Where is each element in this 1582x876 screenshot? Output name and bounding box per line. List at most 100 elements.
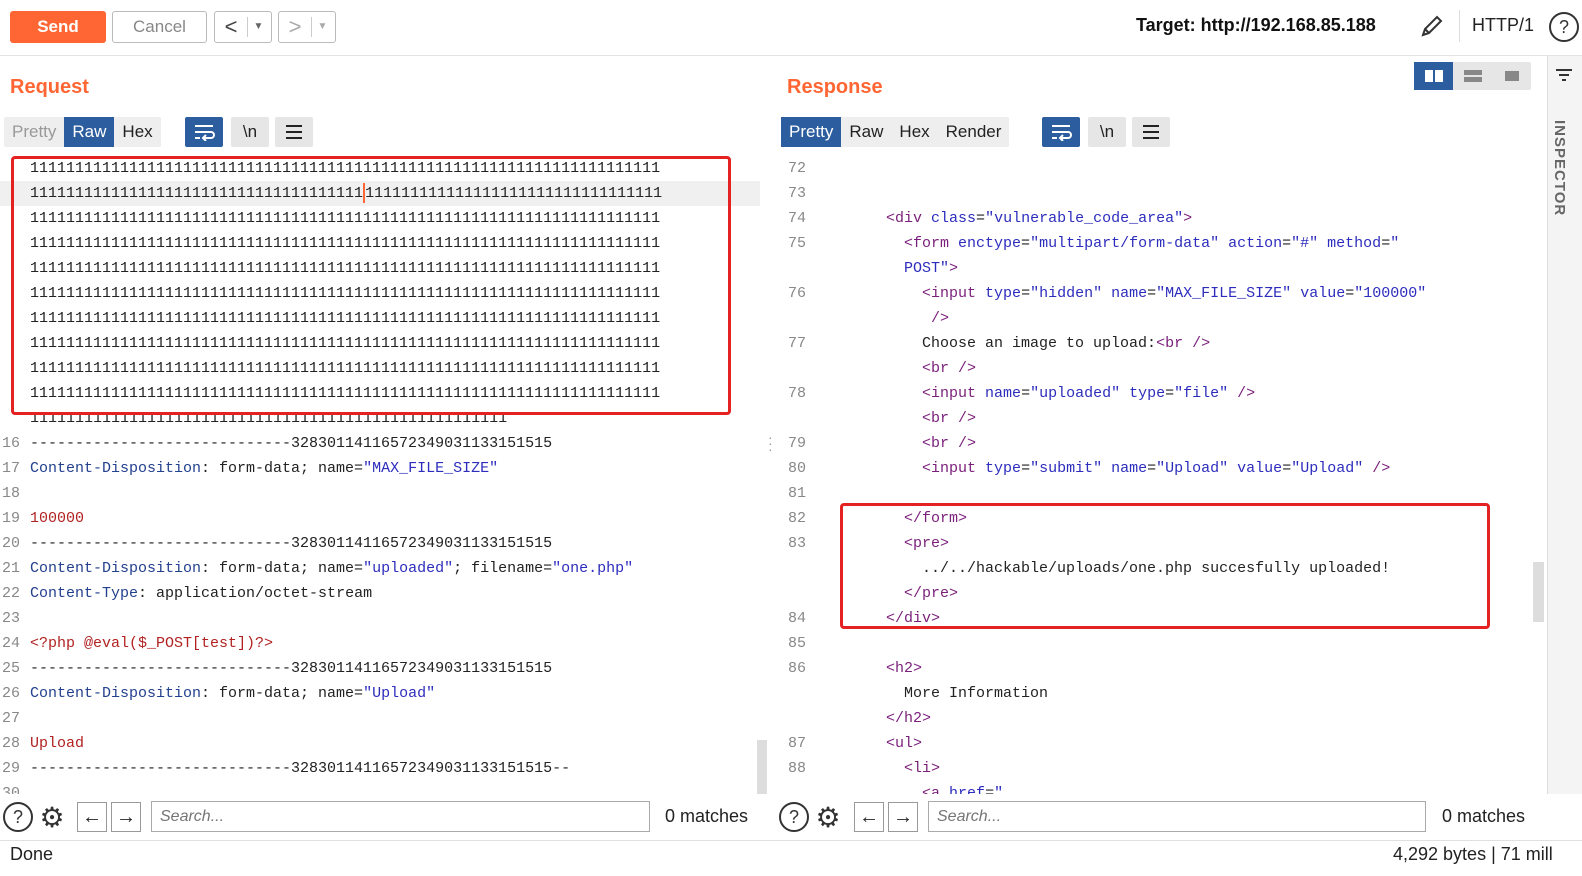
code-line: 83 <pre>: [780, 531, 949, 556]
attribute-value: "MAX_FILE_SIZE": [1156, 285, 1292, 302]
edit-target-pencil-icon[interactable]: [1418, 12, 1446, 40]
code-line: 28 Upload: [0, 731, 760, 756]
request-search-input[interactable]: [151, 801, 650, 832]
line-number: 23: [2, 610, 21, 627]
line-number: 26: [2, 685, 21, 702]
code-text: =: [1147, 285, 1157, 302]
response-search-prev-icon[interactable]: ←: [854, 802, 884, 832]
html-attribute: href: [949, 785, 986, 794]
response-tab-hex[interactable]: Hex: [891, 117, 937, 147]
response-tab-pretty[interactable]: Pretty: [781, 117, 842, 147]
inspector-label[interactable]: INSPECTOR: [1551, 120, 1568, 216]
response-view-tabs: Pretty Raw Hex Render: [781, 117, 1010, 147]
code-line: 74 <div class="vulnerable_code_area">: [780, 206, 1192, 231]
request-search-prev-icon[interactable]: ←: [77, 802, 107, 832]
code-text: 1111111111111111111111111111111111111111…: [30, 235, 661, 252]
request-editor[interactable]: 1111111111111111111111111111111111111111…: [0, 150, 770, 794]
request-tab-hex[interactable]: Hex: [114, 117, 160, 147]
http-version-label[interactable]: HTTP/1: [1472, 15, 1534, 36]
code-line: 86 <h2>: [780, 656, 922, 681]
response-search-next-icon[interactable]: →: [888, 802, 918, 832]
history-back-group[interactable]: < ▼: [214, 11, 272, 43]
code-line: 73: [780, 181, 814, 206]
code-line: 75 <form enctype="multipart/form-data" a…: [780, 231, 1399, 256]
code-line: 22 Content-Type: application/octet-stream: [0, 581, 760, 606]
code-line: 84 </div>: [780, 606, 940, 631]
code-line: 72: [780, 156, 814, 181]
html-tag: />: [931, 310, 950, 327]
html-tag: </form>: [904, 510, 968, 527]
cancel-button[interactable]: Cancel: [112, 11, 207, 43]
response-editor[interactable]: 72 73 74 <div class="vulnerable_code_area"…: [780, 150, 1546, 794]
line-number: 18: [2, 485, 21, 502]
forward-dropdown-icon[interactable]: ▼: [311, 17, 333, 37]
code-line: 76 <input type="hidden" name="MAX_FILE_S…: [780, 281, 1426, 306]
response-wrap-lines-icon[interactable]: [1042, 117, 1080, 147]
send-button[interactable]: Send: [10, 11, 106, 43]
code-line: 82 </form>: [780, 506, 967, 531]
code-line: 18: [0, 481, 760, 506]
layout-toggle-group: [1414, 62, 1531, 90]
line-number: 86: [788, 660, 807, 677]
forward-arrow-icon[interactable]: >: [279, 14, 311, 40]
line-number: 79: [788, 435, 807, 452]
request-tab-raw[interactable]: Raw: [64, 117, 115, 147]
code-text: -----------------------------32830114116…: [30, 760, 571, 777]
code-text: 1111111111111111111111111111111111111111…: [30, 210, 661, 227]
header-string: "Upload": [363, 685, 436, 702]
code-line: 80 <input type="submit" name="Upload" va…: [780, 456, 1390, 481]
code-text: 1111111111111111111111111111111111111111…: [30, 150, 660, 152]
line-number: 85: [788, 635, 807, 652]
response-tab-raw[interactable]: Raw: [841, 117, 891, 147]
response-settings-gear-icon[interactable]: ⚙: [811, 800, 845, 834]
request-search-next-icon[interactable]: →: [111, 802, 141, 832]
html-attribute: action: [1228, 235, 1283, 252]
code-text: More Information: [814, 685, 1049, 702]
back-arrow-icon[interactable]: <: [215, 14, 247, 40]
status-bar: [0, 840, 1582, 876]
splitter-handle-icon[interactable]: · · ·: [768, 430, 773, 456]
attribute-value: "hidden": [1030, 285, 1103, 302]
request-newline-toggle[interactable]: \n: [231, 117, 269, 147]
response-title: Response: [787, 76, 883, 98]
response-scrollbar[interactable]: [1533, 562, 1544, 622]
help-icon[interactable]: ?: [1549, 12, 1579, 42]
code-text: =: [1345, 285, 1355, 302]
layout-stacked-icon[interactable]: [1453, 62, 1492, 90]
code-text: -----------------------------32830114116…: [30, 660, 553, 677]
response-menu-icon[interactable]: [1132, 117, 1170, 147]
code-line: 16 -----------------------------328301141…: [0, 431, 760, 456]
html-attribute: value: [1237, 460, 1283, 477]
layout-single-icon[interactable]: [1492, 62, 1531, 90]
line-number: 72: [788, 160, 807, 177]
html-attribute: type: [985, 285, 1022, 302]
inspector-filter-icon[interactable]: [1555, 68, 1573, 87]
header-name: Content-Disposition: [30, 685, 202, 702]
layout-split-icon[interactable]: [1414, 62, 1453, 90]
history-forward-group[interactable]: > ▼: [278, 11, 336, 43]
code-text: 111111111111111111111111111111111: [365, 185, 663, 202]
response-tab-render[interactable]: Render: [938, 117, 1010, 147]
response-help-icon[interactable]: ?: [779, 802, 809, 832]
pane-splitter[interactable]: [770, 150, 780, 794]
request-scrollbar[interactable]: [757, 740, 767, 794]
header-text: ; filename=: [453, 560, 553, 577]
request-settings-gear-icon[interactable]: ⚙: [35, 800, 69, 834]
attribute-value: "file": [1174, 385, 1229, 402]
response-search-input[interactable]: [928, 801, 1426, 832]
request-tab-pretty[interactable]: Pretty: [4, 117, 64, 147]
html-tag: <pre>: [904, 535, 950, 552]
back-dropdown-icon[interactable]: ▼: [247, 17, 269, 37]
response-newline-toggle[interactable]: \n: [1088, 117, 1126, 147]
line-number: 19: [2, 510, 21, 527]
request-wrap-lines-icon[interactable]: [185, 117, 223, 147]
request-help-icon[interactable]: ?: [3, 802, 33, 832]
html-tag: <br />: [922, 435, 977, 452]
request-menu-icon[interactable]: [275, 117, 313, 147]
code-text: =: [1381, 235, 1391, 252]
